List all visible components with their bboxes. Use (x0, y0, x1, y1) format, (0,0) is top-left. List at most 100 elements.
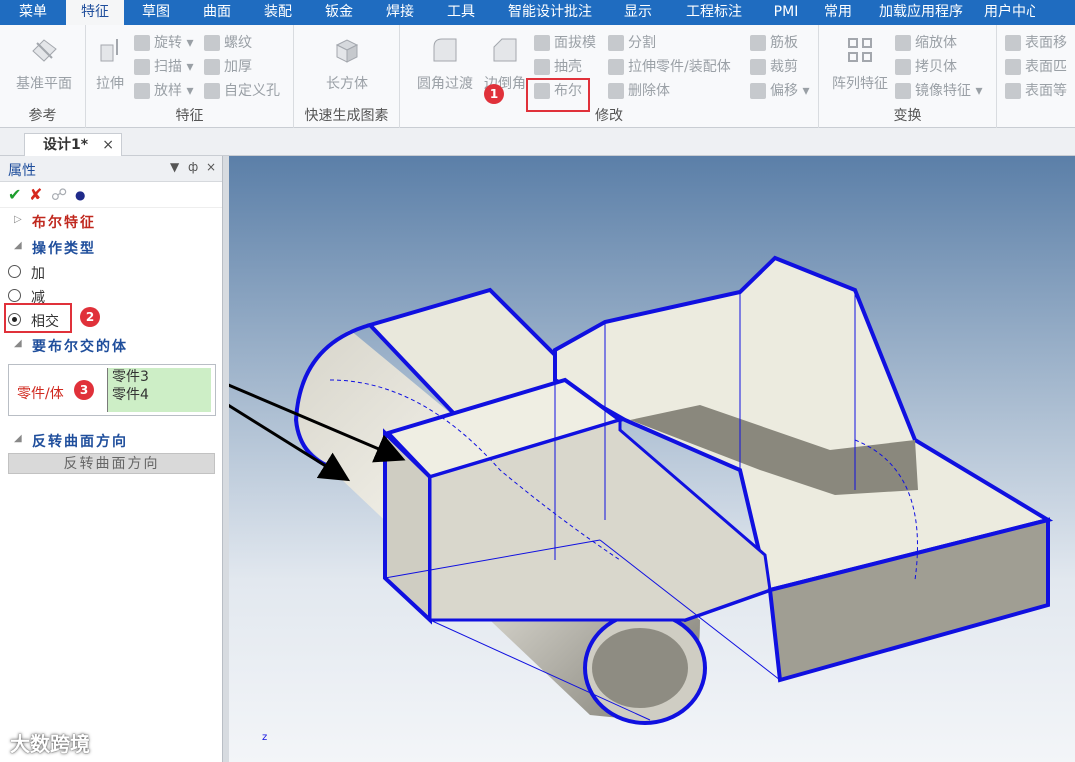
section-operation-type[interactable]: ◢ 操作类型 (0, 234, 222, 260)
loft-button[interactable]: 放样 ▾ (134, 81, 193, 101)
bodies-label: 零件/体 (17, 386, 64, 402)
extrude-part-button[interactable]: 拉伸零件/装配体 (608, 57, 731, 77)
thread-icon (204, 35, 220, 51)
menu-item-sheetmetal[interactable]: 钣金 (310, 0, 368, 25)
watermark: 大数跨境 (10, 732, 90, 756)
rib-icon (750, 35, 766, 51)
flip-direction-button[interactable]: 反转曲面方向 (8, 453, 215, 474)
section-flip-direction[interactable]: ◢ 反转曲面方向 (0, 427, 223, 453)
preview-icon[interactable]: ☍ (51, 185, 67, 204)
delete-body-icon (608, 83, 624, 99)
menu-item-user-center[interactable]: 用户中心 (976, 0, 1035, 25)
group-title-reference: 参考 (28, 108, 57, 124)
revolve-button[interactable]: 旋转 ▾ (134, 33, 193, 53)
shell-icon (534, 59, 550, 75)
menu-item-assembly[interactable]: 装配 (246, 0, 310, 25)
radio-subtract[interactable] (8, 289, 21, 302)
ribbon: 基准平面 参考 拉伸 旋转 ▾ 扫描 ▾ 放样 ▾ 螺纹 加厚 自定义孔 特征 … (0, 25, 1075, 128)
thread-button[interactable]: 螺纹 (204, 33, 252, 53)
scale-button[interactable]: 缩放体 (895, 33, 957, 53)
panel-toolbar: ✔ ✘ ☍ ● (0, 182, 222, 208)
menu-item-addins[interactable]: 加载应用程序 (866, 0, 976, 25)
draft-button[interactable]: 面拔模 (534, 33, 596, 53)
offset-button[interactable]: 偏移 ▾ (750, 81, 809, 101)
pin-icon[interactable]: ф (188, 160, 198, 174)
box-button[interactable]: 长方体 (304, 35, 390, 93)
bodies-list[interactable]: 零件3 零件4 (107, 368, 211, 412)
face-match-button[interactable]: 表面匹 (1005, 57, 1067, 77)
panel-header: 属性 ▼ ф × (0, 156, 222, 182)
sweep-button[interactable]: 扫描 ▾ (134, 57, 193, 77)
menu-item-smart-annotation[interactable]: 智能设计批注 (490, 0, 610, 25)
panel-dropdown-icon[interactable]: ▼ (170, 160, 179, 174)
copy-body-button[interactable]: 拷贝体 (895, 57, 957, 77)
menu-item-display[interactable]: 显示 (610, 0, 666, 25)
menu-item-drawing[interactable]: 工程标注 (666, 0, 762, 25)
mirror-icon (895, 83, 911, 99)
menu-item-weld[interactable]: 焊接 (368, 0, 432, 25)
ribbon-group-feature: 拉伸 旋转 ▾ 扫描 ▾ 放样 ▾ 螺纹 加厚 自定义孔 特征 (86, 25, 294, 128)
ribbon-group-reference: 基准平面 参考 (0, 25, 86, 128)
3d-viewport[interactable]: z (229, 156, 1075, 762)
menu-item-surface[interactable]: 曲面 (188, 0, 246, 25)
pattern-icon (848, 38, 872, 62)
scale-icon (895, 35, 911, 51)
section-bodies[interactable]: ◢ 要布尔交的体 (0, 332, 222, 358)
z-axis-label: z (262, 732, 267, 743)
group-title-modify: 修改 (595, 108, 623, 124)
chamfer-icon (493, 38, 517, 62)
copy-icon (895, 59, 911, 75)
shell-button[interactable]: 抽壳 (534, 57, 582, 77)
face-move-icon (1005, 35, 1021, 51)
panel-close-icon[interactable]: × (206, 160, 216, 174)
ribbon-group-transform: 阵列特征 缩放体 拷贝体 镜像特征 ▾ 变换 (819, 25, 997, 128)
ribbon-group-face: 表面移 表面匹 表面等 (997, 25, 1075, 128)
split-button[interactable]: 分割 (608, 33, 656, 53)
bodies-selector: 零件/体 零件3 零件4 (8, 364, 216, 416)
extrude-part-icon (608, 59, 624, 75)
apply-icon[interactable]: ● (75, 188, 85, 202)
face-match-icon (1005, 59, 1021, 75)
menu-item-tools[interactable]: 工具 (432, 0, 490, 25)
close-tab-icon[interactable]: × (102, 134, 114, 156)
step-marker-2: 2 (80, 307, 100, 327)
list-item[interactable]: 零件3 (112, 368, 211, 386)
expand-icon: ▷ (14, 214, 22, 225)
thicken-button[interactable]: 加厚 (204, 57, 252, 77)
cancel-icon[interactable]: ✘ (29, 185, 42, 204)
revolve-icon (134, 35, 150, 51)
property-panel: 属性 ▼ ф × ✔ ✘ ☍ ● ▷ 布尔特征 ◢ 操作类型 加 减 相交 ◢ … (0, 156, 223, 762)
collapse-icon: ◢ (14, 338, 22, 349)
chamfer-button[interactable]: 边倒角 (480, 35, 530, 93)
draft-icon (534, 35, 550, 51)
offset-icon (750, 83, 766, 99)
extrude-button[interactable]: 拉伸 (92, 35, 128, 93)
face-equal-button[interactable]: 表面等 (1005, 81, 1067, 101)
mirror-button[interactable]: 镜像特征 ▾ (895, 81, 982, 101)
menu-item-common[interactable]: 常用 (810, 0, 866, 25)
list-item[interactable]: 零件4 (112, 386, 211, 404)
datum-plane-button[interactable]: 基准平面 (6, 35, 82, 93)
menu-item-menu[interactable]: 菜单 (0, 0, 66, 25)
face-move-button[interactable]: 表面移 (1005, 33, 1067, 53)
menu-item-pmi[interactable]: PMI (762, 0, 810, 25)
confirm-icon[interactable]: ✔ (8, 185, 21, 204)
app-window: 菜单 特征 草图 曲面 装配 钣金 焊接 工具 智能设计批注 显示 工程标注 P… (0, 0, 1075, 762)
delete-body-button[interactable]: 删除体 (608, 81, 670, 101)
pattern-button[interactable]: 阵列特征 (825, 35, 895, 93)
trim-button[interactable]: 裁剪 (750, 57, 798, 77)
menu-item-feature[interactable]: 特征 (66, 0, 124, 25)
document-tab[interactable]: 设计1* × (24, 133, 122, 156)
radio-add[interactable] (8, 265, 21, 278)
section-boolean-feature[interactable]: ▷ 布尔特征 (0, 208, 222, 234)
menu-item-sketch[interactable]: 草图 (124, 0, 188, 25)
ribbon-group-modify: 圆角过渡 边倒角 面拔模 抽壳 布尔 分割 拉伸零件/装配体 删除体 筋板 裁剪… (400, 25, 819, 128)
option-add[interactable]: 加 (0, 260, 222, 284)
group-title-quick: 快速生成图素 (304, 108, 389, 124)
round-button[interactable]: 圆角过渡 (410, 35, 480, 93)
thicken-icon (204, 59, 220, 75)
extrude-icon (100, 39, 118, 62)
highlight-boolean (526, 78, 590, 112)
custom-hole-button[interactable]: 自定义孔 (204, 81, 280, 101)
rib-button[interactable]: 筋板 (750, 33, 798, 53)
